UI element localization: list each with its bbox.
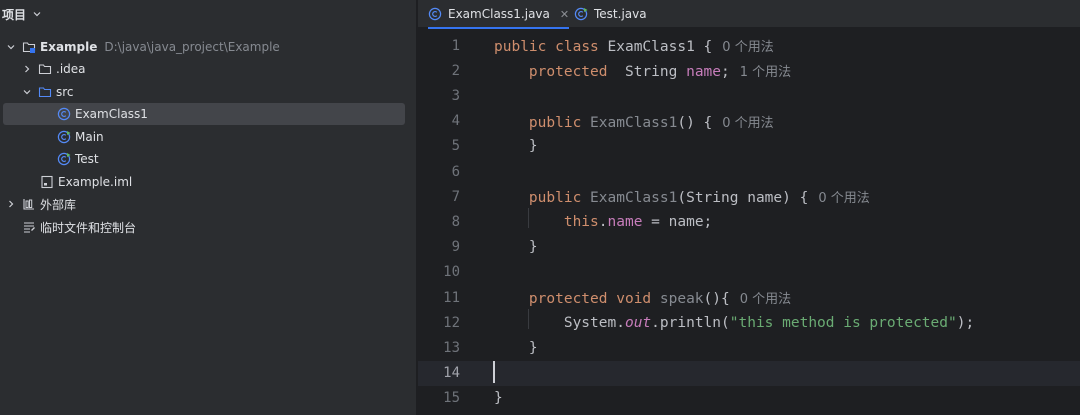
chevron-down-icon[interactable] [32, 9, 42, 19]
code-line-15[interactable]: 15 } [418, 386, 1080, 411]
tree-item-example-module[interactable]: Example D:\java\java_project\Example [0, 36, 417, 58]
close-tab-icon[interactable]: ✕ [560, 8, 569, 21]
usage-hint[interactable]: 0 个用法 [818, 191, 869, 206]
line-number: 12 [443, 314, 460, 331]
line-number: 15 [443, 390, 460, 407]
code-text: public ExamClass1(String name) {0 个用法 [528, 190, 870, 207]
code-line-10[interactable]: 10 [418, 260, 1080, 285]
tree-item-label: Example [40, 40, 98, 54]
iml-file-icon [41, 175, 53, 189]
tree-item-src-folder[interactable]: src [0, 81, 417, 103]
line-number: 10 [443, 264, 460, 281]
code-text: protected String name; 1 个用法 [528, 64, 792, 81]
line-number: 13 [443, 339, 460, 356]
tab-label: Test.java [594, 7, 647, 21]
line-number: 3 [451, 87, 460, 104]
usage-hint[interactable]: 0 个用法 [722, 116, 773, 131]
code-text: } [494, 390, 503, 407]
line-number: 1 [451, 37, 460, 54]
code-line-1[interactable]: 1 public class ExamClass1 {0 个用法 [418, 33, 1080, 58]
tree-item-label: Test [75, 152, 99, 166]
usage-hint[interactable]: 0 个用法 [722, 40, 773, 55]
line-number: 5 [451, 138, 460, 155]
java-class-runnable-icon [57, 152, 71, 166]
tree-item-idea-folder[interactable]: .idea [0, 58, 417, 80]
java-class-icon [428, 7, 442, 21]
code-line-8[interactable]: 8 this.name = name; [418, 209, 1080, 234]
module-path: D:\java\java_project\Example [104, 40, 280, 54]
module-folder-icon [22, 42, 36, 53]
code-text-area[interactable]: 1 public class ExamClass1 {0 个用法 2 prote… [418, 33, 1080, 415]
tree-item-example-iml[interactable]: Example.iml [0, 171, 417, 193]
java-class-runnable-icon [574, 7, 588, 21]
tree-item-label: ExamClass1 [75, 107, 148, 121]
code-text: protected void speak(){0 个用法 [528, 291, 792, 308]
tree-item-label: 外部库 [40, 197, 77, 212]
code-editor: ExamClass1.java ✕ Test.java 1 public cla… [418, 0, 1080, 415]
tree-item-scratches-and-consoles[interactable]: 临时文件和控制台 [0, 216, 417, 238]
chevron-right-icon[interactable] [6, 199, 16, 209]
java-class-icon [57, 107, 71, 121]
line-number: 7 [451, 188, 460, 205]
project-panel-header[interactable]: 项目 [0, 0, 416, 28]
code-line-14-current[interactable]: 14 [418, 360, 1080, 386]
editor-tab-bar: ExamClass1.java ✕ Test.java [418, 0, 1080, 29]
project-panel-title: 项目 [2, 7, 27, 22]
library-icon [23, 199, 34, 210]
tab-test-java[interactable]: Test.java [574, 0, 647, 28]
code-line-6[interactable]: 6 [418, 159, 1080, 184]
code-line-7[interactable]: 7 public ExamClass1(String name) {0 个用法 [418, 184, 1080, 209]
chevron-down-icon[interactable] [22, 87, 32, 97]
line-number: 11 [443, 289, 460, 306]
line-number: 8 [451, 213, 460, 230]
text-caret [493, 361, 495, 383]
tree-item-examclass1[interactable]: ExamClass1 [0, 103, 417, 125]
scratches-icon [24, 222, 35, 233]
tree-item-external-libraries[interactable]: 外部库 [0, 193, 417, 215]
chevron-right-icon[interactable] [22, 64, 32, 74]
code-line-13[interactable]: 13 } [418, 335, 1080, 360]
java-class-runnable-icon [57, 130, 71, 144]
code-line-9[interactable]: 9 } [418, 235, 1080, 260]
folder-icon [38, 64, 52, 75]
code-line-2[interactable]: 2 protected String name; 1 个用法 [418, 58, 1080, 83]
tree-item-label: .idea [56, 62, 86, 76]
code-line-3[interactable]: 3 [418, 83, 1080, 108]
line-number: 6 [451, 163, 460, 180]
code-text: this.name = name; [563, 213, 713, 230]
project-tool-window: 项目 Example D:\java\java_project\Example … [0, 0, 417, 415]
code-line-5[interactable]: 5 } [418, 134, 1080, 159]
code-line-12[interactable]: 12 System.out.println("this method is pr… [418, 310, 1080, 335]
code-text: } [494, 339, 538, 356]
code-text: public class ExamClass1 {0 个用法 [494, 39, 774, 56]
code-text: } [494, 138, 538, 155]
tree-item-label: Example.iml [58, 175, 133, 189]
tree-item-label: Main [75, 130, 104, 144]
source-folder-icon [38, 87, 52, 98]
code-text: System.out.println("this method is prote… [563, 314, 975, 331]
line-number: 14 [443, 365, 460, 382]
code-line-11[interactable]: 11 protected void speak(){0 个用法 [418, 285, 1080, 310]
tree-item-test[interactable]: Test [0, 148, 417, 170]
tree-item-main[interactable]: Main [0, 126, 417, 148]
tab-examclass1-java[interactable]: ExamClass1.java ✕ [428, 0, 570, 29]
chevron-down-icon[interactable] [6, 42, 16, 52]
tree-item-label: 临时文件和控制台 [40, 220, 137, 235]
code-line-4[interactable]: 4 public ExamClass1() {0 个用法 [418, 109, 1080, 134]
tree-item-label: src [56, 85, 74, 99]
code-text: } [494, 239, 538, 256]
line-number: 9 [451, 239, 460, 256]
line-number: 2 [451, 62, 460, 79]
usage-hint[interactable]: 1 个用法 [740, 65, 791, 80]
code-text: public ExamClass1() {0 个用法 [528, 114, 774, 131]
line-number: 4 [451, 113, 460, 130]
tab-label: ExamClass1.java [448, 7, 550, 21]
usage-hint[interactable]: 0 个用法 [740, 292, 791, 307]
